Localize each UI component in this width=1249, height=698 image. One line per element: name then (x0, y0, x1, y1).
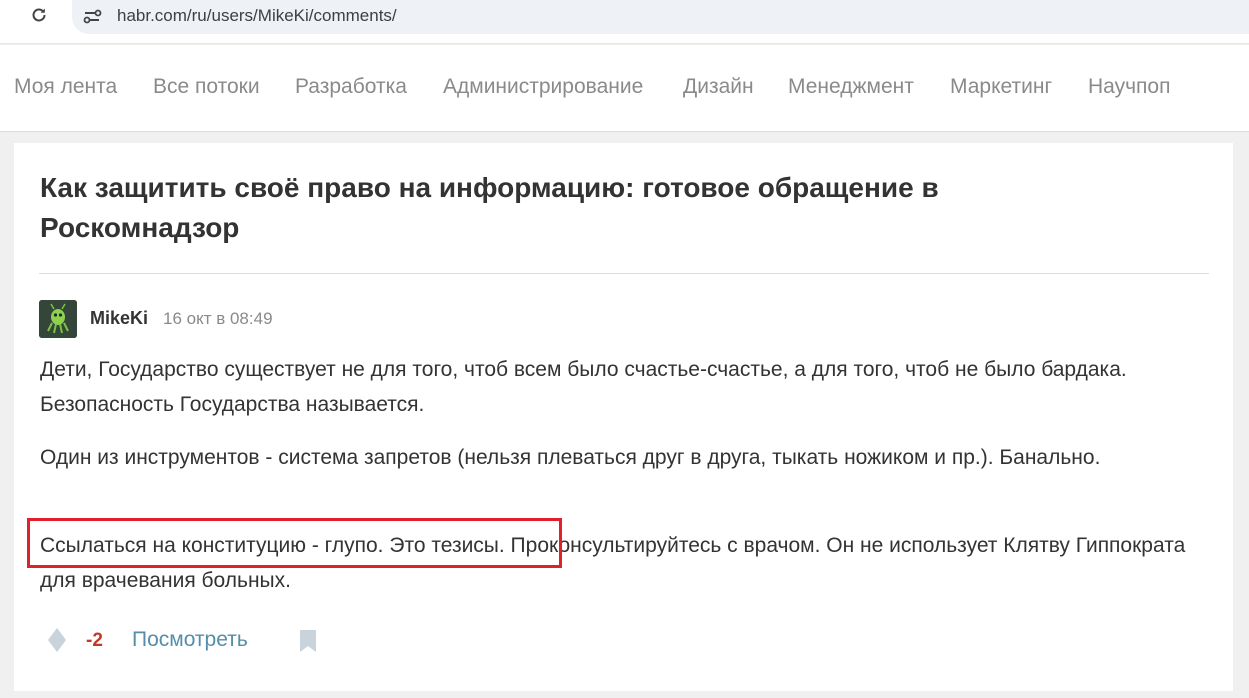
divider (39, 273, 1209, 274)
back-arrow-icon[interactable]: ‹ (0, 6, 8, 24)
bookmark-icon[interactable] (298, 629, 318, 653)
nav-item-administration[interactable]: Администрирование (443, 75, 643, 99)
nav-item-development[interactable]: Разработка (295, 75, 407, 99)
url-text[interactable]: habr.com/ru/users/MikeKi/comments/ (117, 6, 397, 26)
nav-item-my-feed[interactable]: Моя лента (14, 75, 117, 99)
nav-item-marketing[interactable]: Маркетинг (950, 75, 1052, 99)
avatar[interactable] (39, 300, 77, 338)
article-title[interactable]: Как защитить своё право на информацию: г… (40, 168, 1120, 248)
reload-icon[interactable] (28, 4, 50, 26)
browser-toolbar: ‹ habr.com/ru/users/MikeKi/comments/ (0, 0, 1249, 44)
main-nav: Моя лента Все потоки Разработка Админист… (0, 45, 1249, 132)
highlight-annotation (27, 518, 562, 568)
comment-author[interactable]: MikeKi (90, 308, 148, 329)
vote-icon[interactable] (46, 627, 68, 653)
nav-item-all-flows[interactable]: Все потоки (153, 75, 260, 99)
comment-paragraph: Один из инструментов - система запретов … (40, 446, 1101, 469)
site-info-icon[interactable] (81, 5, 103, 27)
view-link[interactable]: Посмотреть (132, 628, 248, 652)
comment-paragraph: Дети, Государство существует не для того… (40, 358, 1127, 416)
comment-timestamp[interactable]: 16 окт в 08:49 (163, 309, 273, 329)
nav-item-design[interactable]: Дизайн (683, 75, 754, 99)
nav-item-management[interactable]: Менеджмент (788, 75, 914, 99)
comment-card: Как защитить своё право на информацию: г… (14, 143, 1233, 691)
nav-item-popular-science[interactable]: Научпоп (1088, 75, 1170, 99)
comment-score: -2 (86, 630, 103, 651)
